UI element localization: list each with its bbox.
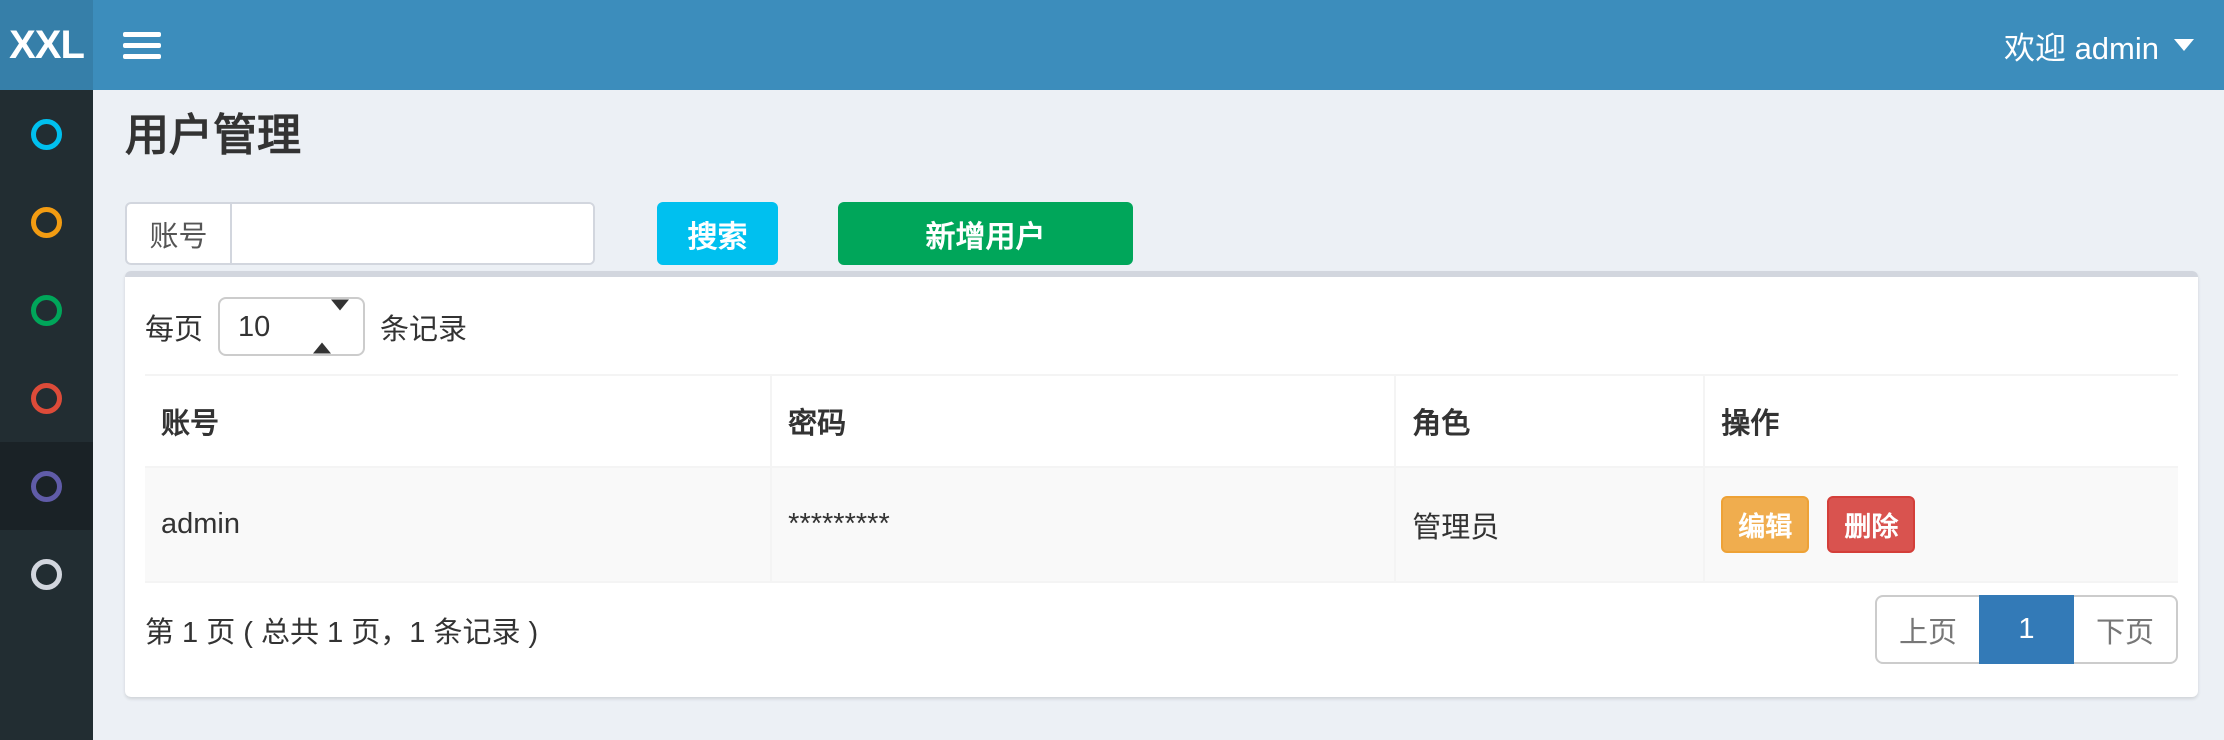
next-page-button[interactable]: 下页 xyxy=(2072,595,2178,664)
user-table: 账号 密码 角色 操作 admin ********* 管理员 编辑 删除 xyxy=(145,374,2178,583)
account-input-group: 账号 xyxy=(125,202,595,265)
sidebar xyxy=(0,90,93,740)
circle-outline-icon xyxy=(31,119,62,150)
account-field-label: 账号 xyxy=(127,204,232,263)
prev-page-button[interactable]: 上页 xyxy=(1875,595,1981,664)
circle-outline-icon xyxy=(31,295,62,326)
page-size-suffix: 条记录 xyxy=(380,306,467,348)
page-size-select-wrap: 10 xyxy=(218,297,365,356)
pagination: 第 1 页 ( 总共 1 页，1 条记录 ) 上页 1 下页 xyxy=(145,595,2178,664)
sidebar-item-jobs[interactable] xyxy=(0,178,93,266)
add-user-button[interactable]: 新增用户 xyxy=(838,202,1133,265)
caret-down-icon xyxy=(2174,39,2194,51)
column-header-action: 操作 xyxy=(1704,375,2178,467)
cell-password: ********* xyxy=(771,467,1395,582)
sidebar-item-users[interactable] xyxy=(0,442,93,530)
user-menu[interactable]: 欢迎 admin xyxy=(2004,23,2194,68)
edit-button[interactable]: 编辑 xyxy=(1721,496,1809,553)
column-header-account: 账号 xyxy=(145,375,771,467)
content-area: 用户管理 账号 搜索 新增用户 每页 10 条记录 账号 xyxy=(93,90,2224,740)
circle-outline-icon xyxy=(31,207,62,238)
circle-outline-icon xyxy=(31,471,62,502)
column-header-password: 密码 xyxy=(771,375,1395,467)
table-row: admin ********* 管理员 编辑 删除 xyxy=(145,467,2178,582)
page-title: 用户管理 xyxy=(125,90,2198,160)
welcome-text: 欢迎 admin xyxy=(2004,23,2159,68)
navbar-body: 欢迎 admin xyxy=(93,0,2224,90)
delete-button[interactable]: 删除 xyxy=(1827,496,1915,553)
sidebar-toggle-icon[interactable] xyxy=(123,26,161,65)
current-page-button[interactable]: 1 xyxy=(1979,595,2074,664)
pager-buttons: 上页 1 下页 xyxy=(1875,595,2178,664)
cell-account: admin xyxy=(145,467,771,582)
user-list-panel: 每页 10 条记录 账号 密码 角色 操作 xyxy=(125,271,2198,697)
search-button[interactable]: 搜索 xyxy=(657,202,778,265)
table-header-row: 账号 密码 角色 操作 xyxy=(145,375,2178,467)
sidebar-item-help[interactable] xyxy=(0,530,93,618)
page-size-control: 每页 10 条记录 xyxy=(145,297,2178,356)
search-toolbar: 账号 搜索 新增用户 xyxy=(125,202,2198,265)
page-size-prefix: 每页 xyxy=(145,306,203,348)
sidebar-item-executors[interactable] xyxy=(0,354,93,442)
sidebar-item-logs[interactable] xyxy=(0,266,93,354)
circle-outline-icon xyxy=(31,383,62,414)
top-navbar: XXL 欢迎 admin xyxy=(0,0,2224,90)
pagination-info: 第 1 页 ( 总共 1 页，1 条记录 ) xyxy=(145,609,538,651)
cell-role: 管理员 xyxy=(1395,467,1704,582)
circle-outline-icon xyxy=(31,559,62,590)
sidebar-item-dashboard[interactable] xyxy=(0,90,93,178)
cell-actions: 编辑 删除 xyxy=(1704,467,2178,582)
column-header-role: 角色 xyxy=(1395,375,1704,467)
app-logo[interactable]: XXL xyxy=(0,0,93,90)
page-size-select[interactable]: 10 xyxy=(218,297,365,356)
account-search-input[interactable] xyxy=(232,204,593,263)
